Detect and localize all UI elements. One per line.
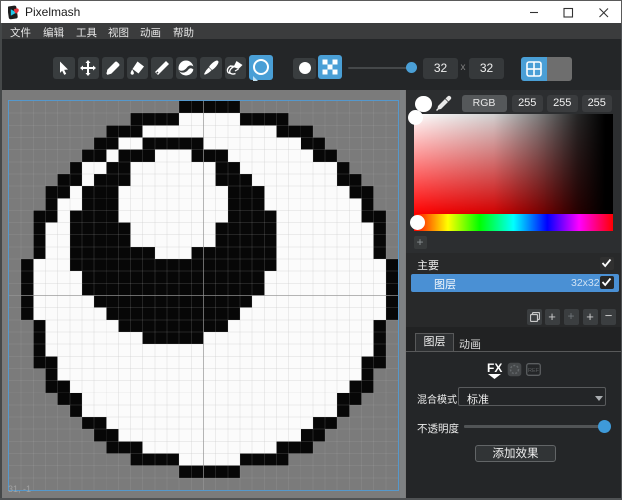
svg-text:REF: REF [528,368,540,374]
